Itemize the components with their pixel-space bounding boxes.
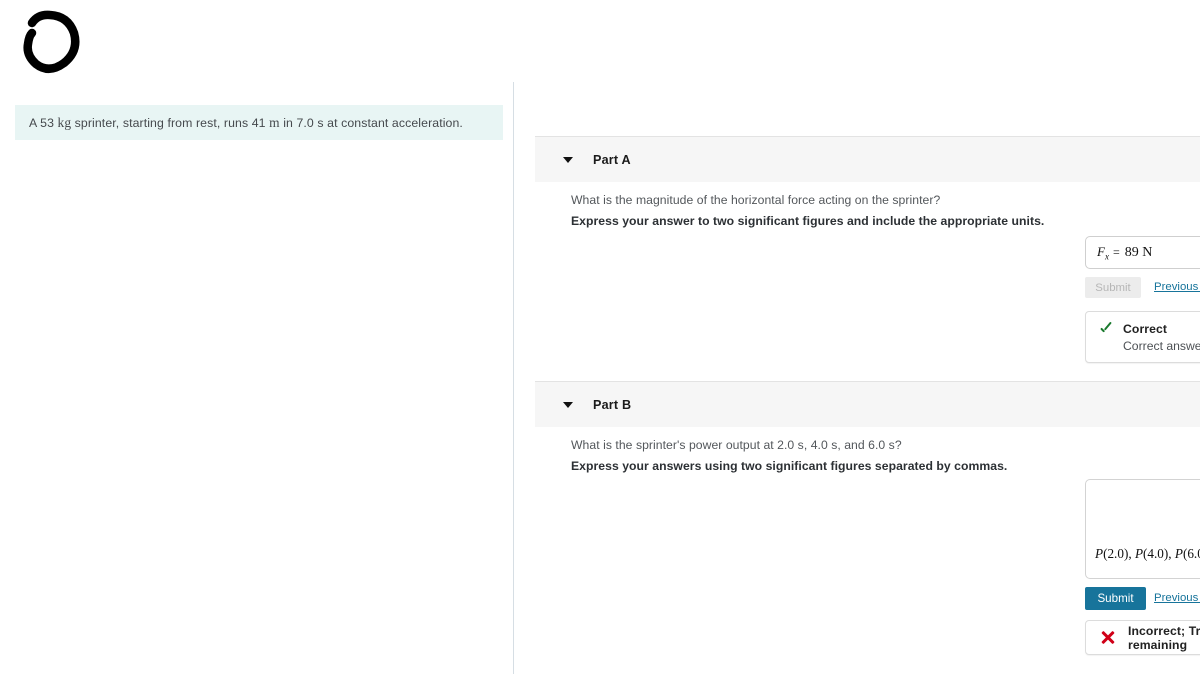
left-panel: A 53 kg sprinter, starting from rest, ru… [0,0,513,674]
part-a-question: What is the magnitude of the horizontal … [571,193,941,207]
part-a-previous-answers-link[interactable]: Previous Answers [1154,281,1200,293]
part-a-header[interactable]: Part A [535,136,1200,182]
chevron-down-icon[interactable] [563,156,573,163]
loading-spinner-icon [16,8,84,76]
chevron-down-icon[interactable] [563,401,573,408]
part-a-answer-input[interactable]: Fx = 89 N [1085,236,1200,269]
right-panel: Part A What is the magnitude of the hori… [514,0,1200,674]
part-b-answer-row: P(2.0), P(4.0), P(6.0)= 257,128,85.6 kW [1086,534,1200,574]
part-b-feedback-title: Incorrect; Try Again; 5 attempts remaini… [1128,623,1200,652]
part-b-title: Part B [593,397,632,412]
part-b-previous-answers-link[interactable]: Previous Answers [1154,592,1200,604]
part-b-variable-label: P(2.0), P(4.0), P(6.0)= [1095,546,1200,561]
part-a-equals-sign: = [1112,245,1120,259]
part-a-feedback-body-pre: Correct answer is shown. Your answer [1123,339,1200,353]
page-root: A 53 kg sprinter, starting from rest, ru… [0,0,1200,674]
problem-text-part1: A 53 [29,115,58,130]
part-a-answer-value: 89 N [1124,244,1153,260]
problem-unit-kg: kg [57,114,72,130]
part-a-title: Part A [593,152,631,167]
part-a-submit-button[interactable]: Submit [1085,277,1141,298]
part-b-feedback-incorrect: Incorrect; Try Again; 5 attempts remaini… [1085,620,1200,655]
problem-statement-text: A 53 kg sprinter, starting from rest, ru… [29,114,463,132]
part-a-feedback-body: Correct answer is shown. Your answer 88.… [1123,338,1200,354]
part-b-instruction: Express your answers using two significa… [571,459,1008,473]
problem-unit-m: m [269,114,280,130]
part-a-instruction: Express your answer to two significant f… [571,214,1045,228]
problem-text-part3: in 7.0 s at constant acceleration. [279,115,463,130]
part-b-question: What is the sprinter's power output at 2… [571,438,902,452]
problem-statement-banner: A 53 kg sprinter, starting from rest, ru… [15,105,503,140]
part-a-feedback-title: Correct [1123,322,1168,336]
part-a-feedback-correct: Correct Correct answer is shown. Your an… [1085,311,1200,363]
part-a-variable-label: Fx [1097,243,1109,262]
x-icon [1101,631,1115,645]
part-b-header[interactable]: Part B [535,381,1200,427]
part-b-answer-container: ΑΣϕ [1085,479,1200,579]
check-icon [1099,323,1113,337]
part-b-submit-button[interactable]: Submit [1085,587,1146,610]
problem-text-part2: sprinter, starting from rest, runs 41 [71,115,270,130]
